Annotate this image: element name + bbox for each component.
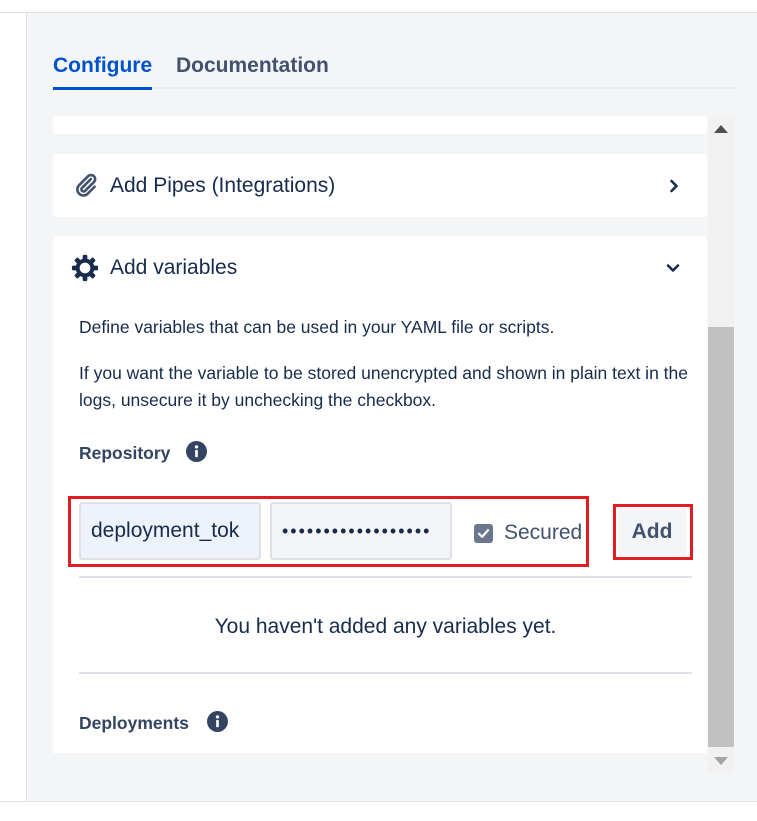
paperclip-icon	[76, 173, 97, 197]
deployments-label: Deployments	[79, 713, 189, 733]
tab-documentation[interactable]: Documentation	[176, 53, 329, 79]
variables-description: Define variables that can be used in you…	[79, 317, 555, 337]
divider	[79, 576, 692, 578]
info-icon[interactable]	[186, 441, 207, 462]
chevron-down-icon[interactable]	[665, 260, 681, 276]
scroll-up-arrow[interactable]	[714, 125, 728, 133]
empty-variables-message: You haven't added any variables yet.	[214, 615, 557, 638]
repository-label: Repository	[79, 443, 171, 463]
scroll-thumb[interactable]	[708, 327, 734, 747]
tab-bar: Configure Documentation	[53, 13, 735, 90]
inputs-highlight-box	[68, 496, 589, 567]
chevron-right-icon[interactable]	[666, 178, 682, 194]
add-button-highlight-box	[613, 504, 693, 560]
add-variables-section: Add variables Define variables that can …	[53, 236, 707, 753]
add-pipes-title: Add Pipes (Integrations)	[110, 174, 336, 197]
bottom-border	[0, 801, 757, 802]
sections-scroll-area: Add Pipes (Integrations) Add variables D…	[53, 116, 707, 753]
tab-configure[interactable]: Configure	[53, 53, 153, 90]
variables-secure-hint: If you want the variable to be stored un…	[79, 363, 688, 410]
info-icon[interactable]	[207, 711, 228, 732]
configure-panel: Configure Documentation Add Pipes (Integ…	[27, 13, 757, 801]
add-variables-title: Add variables	[110, 256, 238, 279]
previous-section-card	[53, 116, 707, 134]
add-pipes-section[interactable]: Add Pipes (Integrations)	[53, 154, 707, 217]
scroll-down-arrow[interactable]	[714, 757, 728, 765]
divider	[79, 672, 692, 674]
gear-icon	[71, 254, 99, 282]
vertical-scrollbar[interactable]	[708, 117, 734, 772]
